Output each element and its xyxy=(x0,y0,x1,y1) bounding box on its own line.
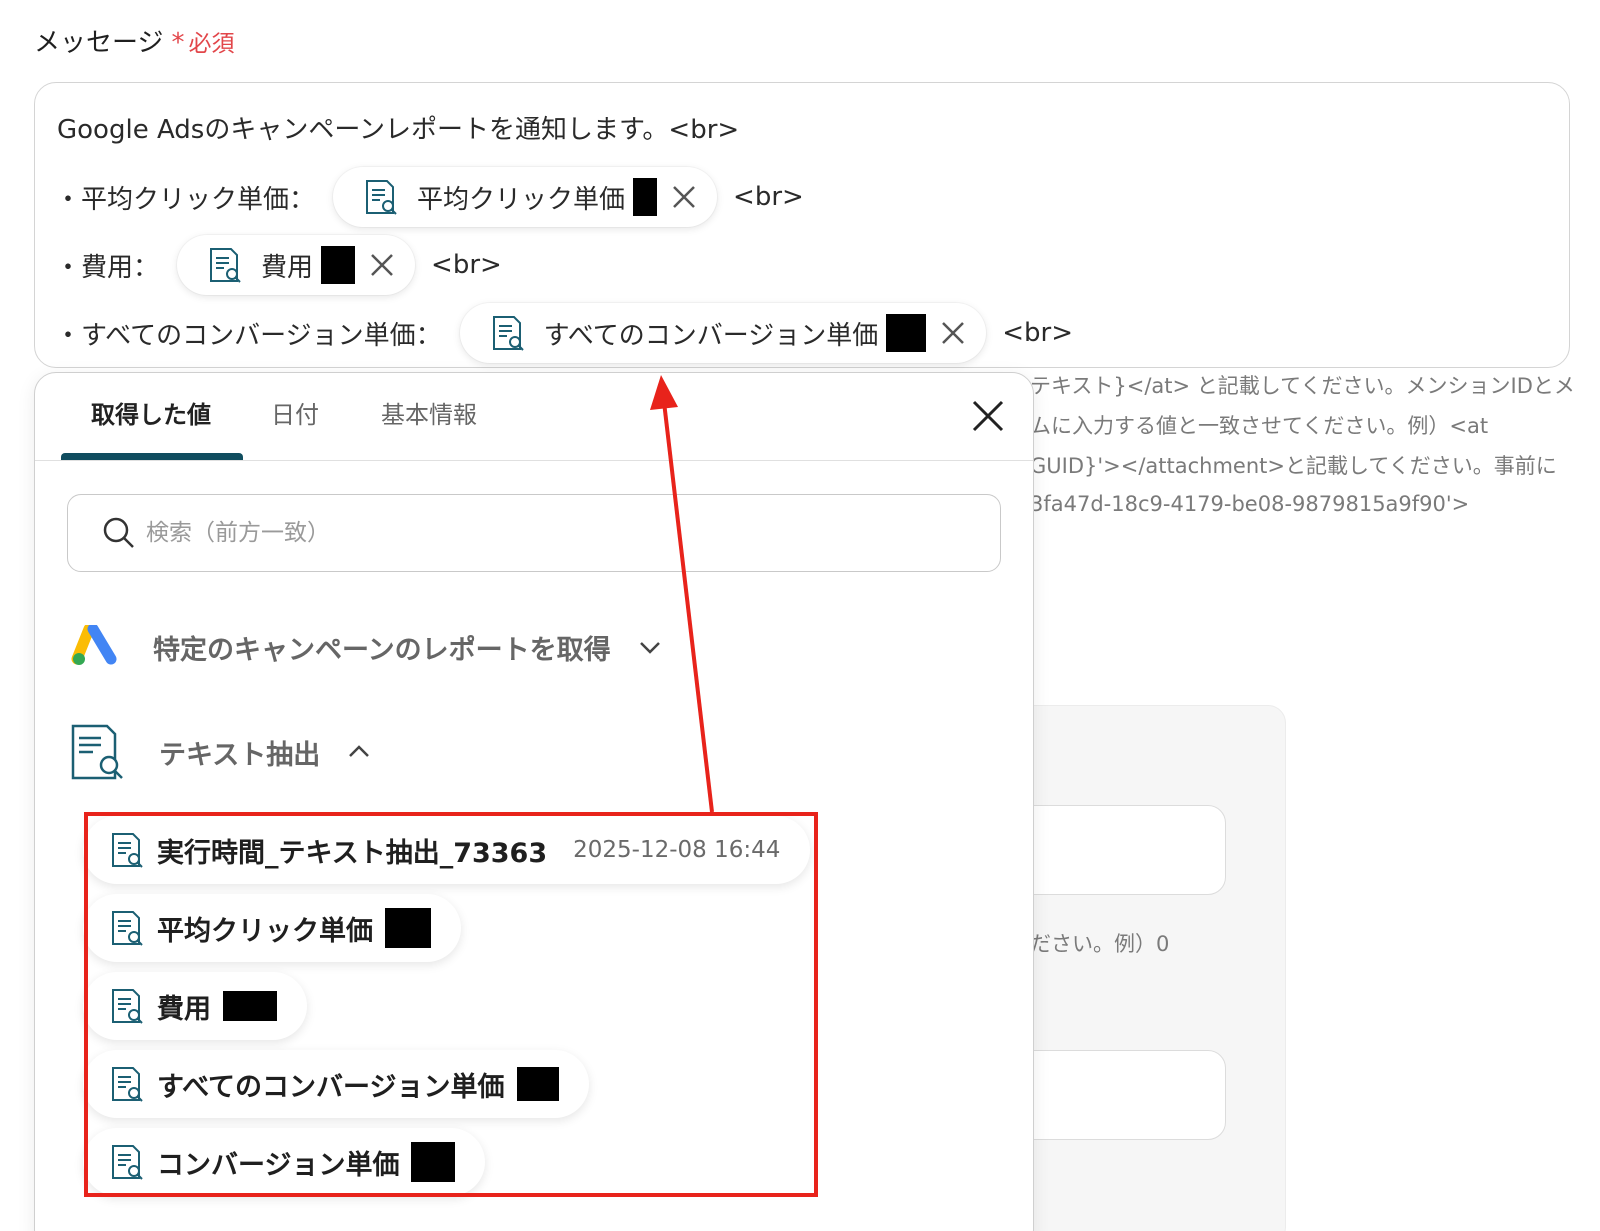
message-field-label: メッセージ * 必須 xyxy=(34,22,234,59)
item-label: すべてのコンバージョン単価 xyxy=(157,1071,505,1103)
message-line-prefix: ・平均クリック単価： xyxy=(55,184,316,215)
close-icon[interactable] xyxy=(669,182,699,212)
required-star: * xyxy=(171,28,185,58)
variable-item[interactable]: 平均クリック単価 xyxy=(83,894,461,962)
group-header-text-extract[interactable]: テキスト抽出 xyxy=(71,723,372,781)
br-tag: <br> xyxy=(431,250,502,280)
redacted-block xyxy=(385,908,431,948)
variable-chip[interactable]: 費用 xyxy=(177,235,416,295)
message-line-prefix: ・費用： xyxy=(55,252,160,283)
google-ads-icon xyxy=(71,625,117,665)
close-icon[interactable] xyxy=(367,250,397,280)
redacted-block xyxy=(516,1067,559,1101)
variable-chip[interactable]: すべてのコンバージョン単価 xyxy=(459,303,987,363)
variable-item[interactable]: すべてのコンバージョン単価 xyxy=(83,1050,589,1118)
chevron-down-icon xyxy=(639,642,660,654)
variable-item[interactable]: コンバージョン単価 xyxy=(83,1128,486,1196)
message-line: ・すべてのコンバージョン単価： すべてのコンバージョン単価 <br> xyxy=(55,303,1073,363)
chevron-up-icon xyxy=(349,745,370,757)
chip-label: すべてのコンバージョン単価 xyxy=(543,320,879,351)
search-box xyxy=(67,494,1001,572)
help-text-line: テキスト}</at> と記載してください。メンションIDとメ xyxy=(1030,374,1575,398)
required-text: 必須 xyxy=(188,31,235,57)
text-extract-icon xyxy=(210,248,241,283)
chip-label: 平均クリック単価 xyxy=(417,184,626,215)
field-label-text: メッセージ xyxy=(34,28,164,58)
redacted-block xyxy=(223,991,277,1021)
group-title: テキスト抽出 xyxy=(159,739,321,771)
item-label: 実行時間_テキスト抽出_73363 xyxy=(157,837,548,869)
redacted-block xyxy=(633,178,658,216)
br-tag: <br> xyxy=(733,182,804,212)
message-textarea[interactable]: Google Adsのキャンペーンレポートを通知します。<br> ・平均クリック… xyxy=(34,82,1570,368)
message-line-prefix: ・すべてのコンバージョン単価： xyxy=(55,320,442,351)
redacted-block xyxy=(321,246,356,284)
text-extract-icon xyxy=(71,724,123,780)
text-extract-icon xyxy=(112,1145,143,1180)
text-extract-icon xyxy=(492,316,524,351)
search-icon xyxy=(103,517,134,548)
variable-picker-popup: 取得した値 日付 基本情報 特定のキャンペーンのレポートを取得 テキスト抽出 xyxy=(34,372,1034,1231)
close-icon[interactable] xyxy=(938,318,968,348)
help-text-line: GUID}'></attachment>と記載してください。事前に xyxy=(1030,454,1557,478)
tab-basic-info[interactable]: 基本情報 xyxy=(381,395,477,430)
message-line-text: Google Adsのキャンペーンレポートを通知します。<br> xyxy=(57,115,740,145)
group-header-google-ads[interactable]: 特定のキャンペーンのレポートを取得 xyxy=(71,625,663,669)
variable-item[interactable]: 実行時間_テキスト抽出_73363 2025-12-08 16:44 xyxy=(83,816,811,884)
help-text-line: ムに入力する値と一致させてください。例）<at xyxy=(1030,414,1489,438)
item-label: 費用 xyxy=(157,993,211,1025)
item-timestamp: 2025-12-08 16:44 xyxy=(573,837,781,863)
background-hint-text: ださい。例）0 xyxy=(1030,932,1170,956)
variable-item[interactable]: 費用 xyxy=(83,972,307,1040)
group-title: 特定のキャンペーンのレポートを取得 xyxy=(153,634,611,666)
chip-label: 費用 xyxy=(261,252,314,283)
redacted-block xyxy=(411,1142,456,1182)
message-line: ・費用： 費用 <br> xyxy=(55,235,502,295)
help-text-line: 3fa47d-18c9-4179-be08-9879815a9f90'> xyxy=(1030,492,1470,516)
text-extract-icon xyxy=(112,989,143,1024)
tab-acquired-values[interactable]: 取得した値 xyxy=(91,395,211,430)
message-line: Google Adsのキャンペーンレポートを通知します。<br> xyxy=(57,109,739,146)
message-line: ・平均クリック単価： 平均クリック単価 <br> xyxy=(55,167,804,227)
search-input[interactable] xyxy=(146,520,946,546)
text-extract-icon xyxy=(112,833,143,868)
variable-chip[interactable]: 平均クリック単価 xyxy=(333,167,718,227)
close-icon[interactable] xyxy=(969,397,1007,435)
active-tab-indicator xyxy=(61,453,243,460)
tab-date[interactable]: 日付 xyxy=(271,395,319,430)
text-extract-icon xyxy=(112,1067,143,1102)
text-extract-icon xyxy=(366,180,397,215)
item-label: コンバージョン単価 xyxy=(157,1149,400,1181)
br-tag: <br> xyxy=(1002,318,1074,348)
popup-tab-bar: 取得した値 日付 基本情報 xyxy=(35,373,1033,461)
item-label: 平均クリック単価 xyxy=(157,915,373,947)
text-extract-icon xyxy=(112,911,143,946)
redacted-block xyxy=(886,314,927,352)
